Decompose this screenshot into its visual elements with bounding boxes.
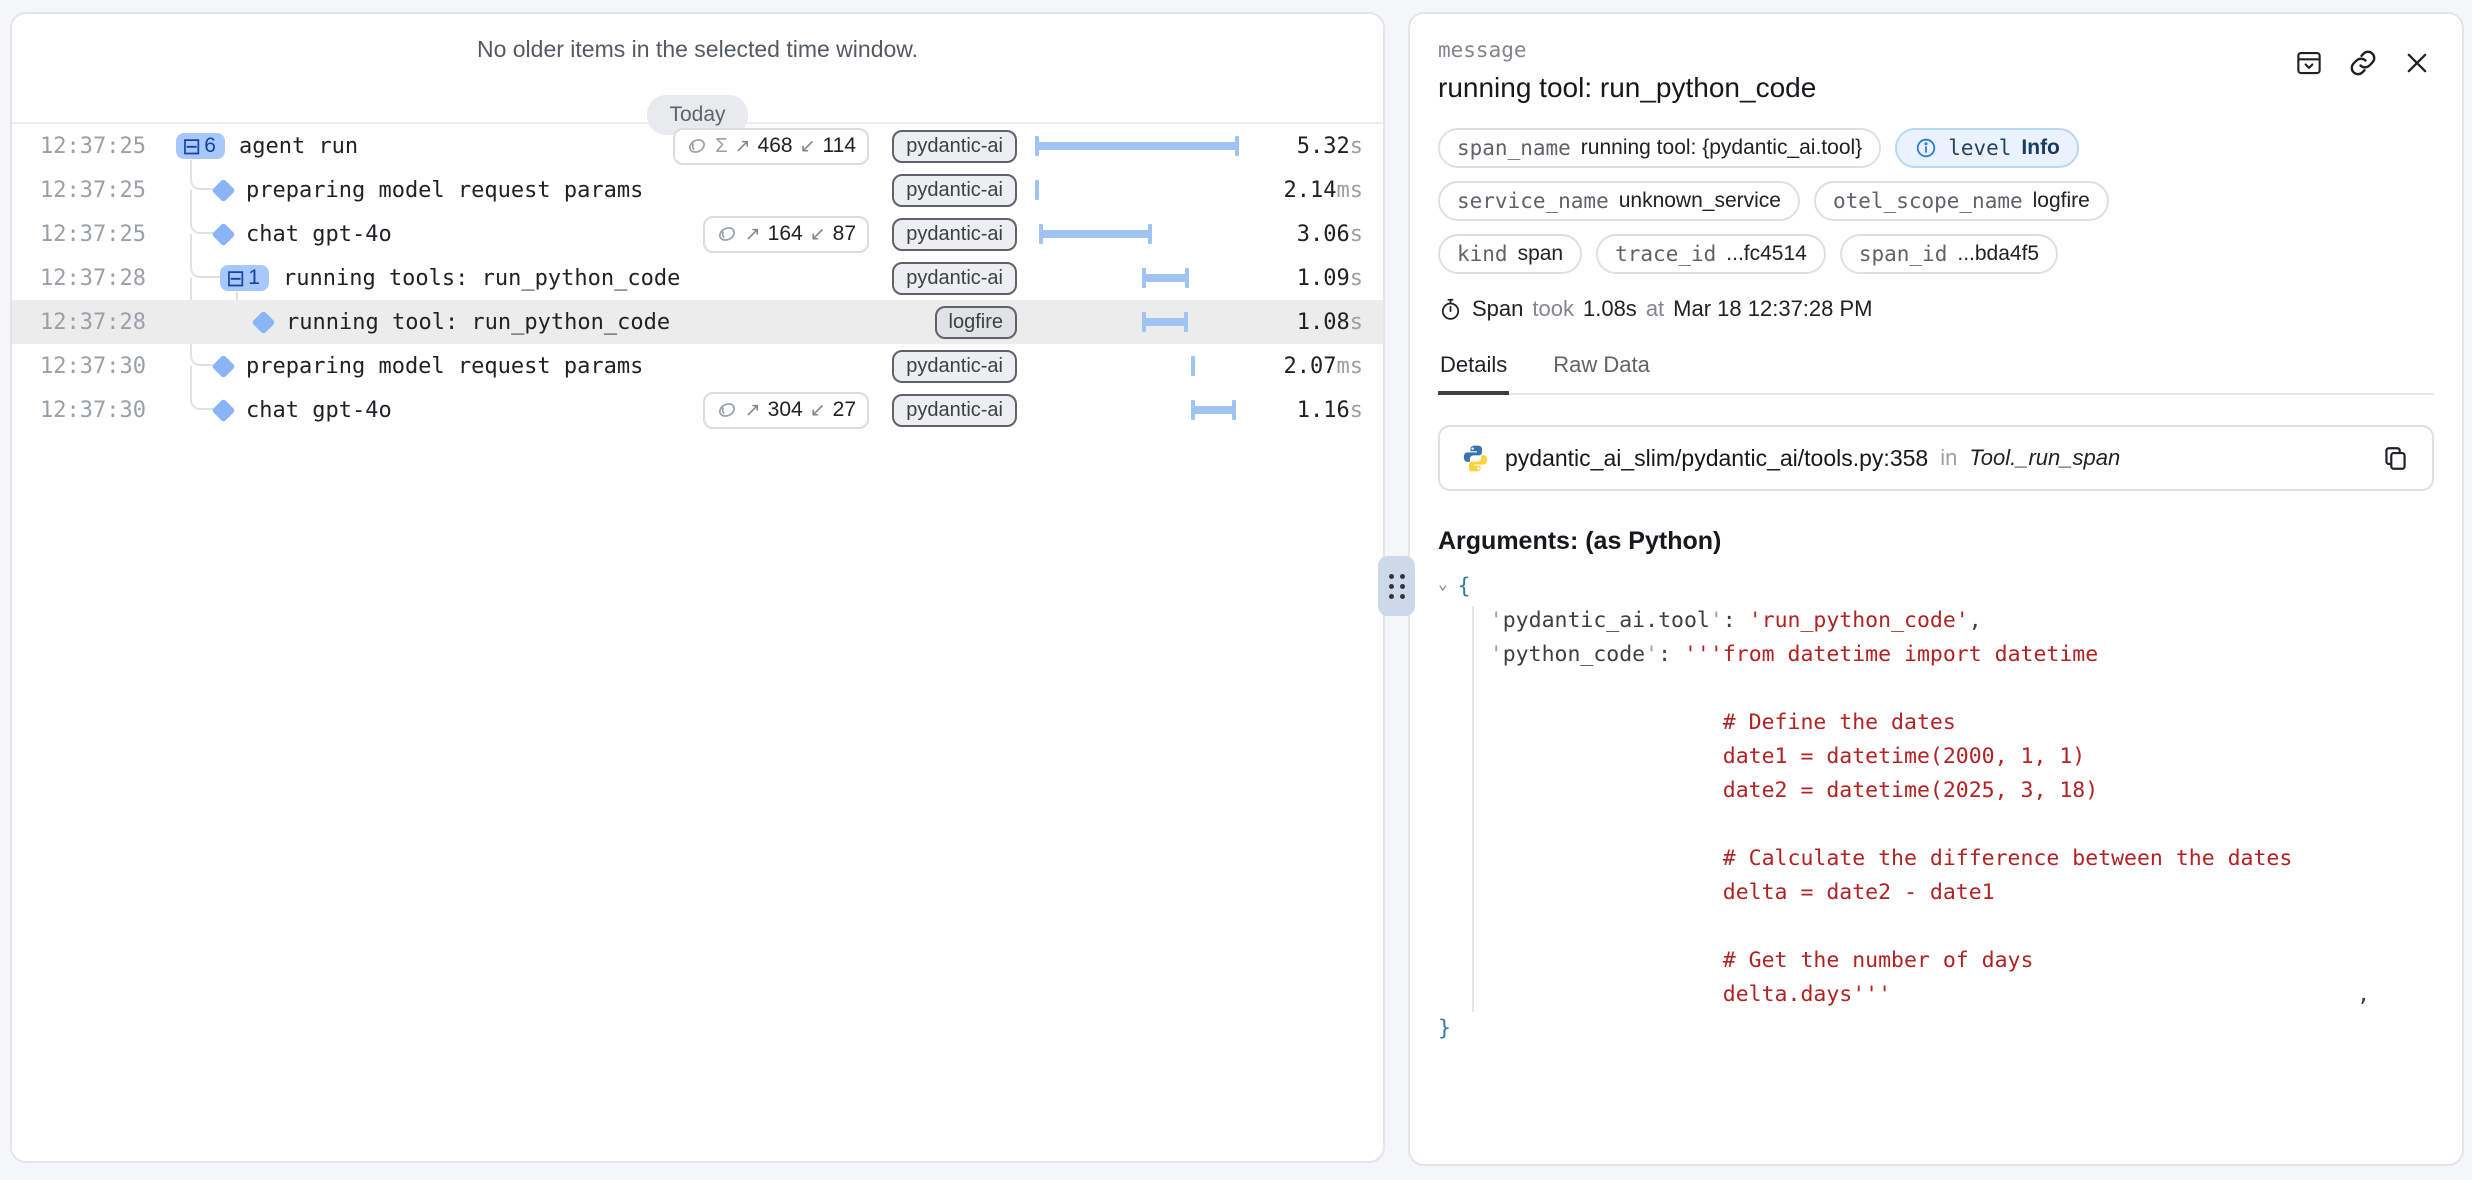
attribute-pill-trace-id[interactable]: trace_id...fc4514 bbox=[1596, 234, 1826, 274]
trace-list-header: No older items in the selected time wind… bbox=[12, 14, 1383, 124]
token-usage-badge: ↗304 ↙27 bbox=[703, 392, 869, 429]
output-tokens-arrow-icon: ↙ bbox=[810, 399, 826, 422]
trace-row-agent-run[interactable]: 12:37:25 ⊟6 agent run Σ ↗468 ↙114 pydant… bbox=[12, 124, 1383, 168]
span-name: preparing model request params bbox=[246, 178, 643, 203]
span-duration: 3.06s bbox=[1251, 222, 1363, 247]
source-scope: Tool._run_span bbox=[1969, 445, 2120, 471]
span-name: preparing model request params bbox=[246, 354, 643, 379]
log-diamond-icon bbox=[211, 222, 235, 246]
token-coin-icon bbox=[686, 136, 708, 156]
row-timestamp: 12:37:25 bbox=[40, 222, 170, 247]
trace-row-chat-gpt4o[interactable]: 12:37:25 chat gpt-4o ↗164 ↙87 pydantic-a… bbox=[12, 212, 1383, 256]
span-duration: 1.16s bbox=[1251, 398, 1363, 423]
scope-tag: pydantic-ai bbox=[892, 394, 1017, 427]
trace-row-running-tool-selected[interactable]: 12:37:28 running tool: run_python_code l… bbox=[12, 300, 1383, 344]
trace-row-running-tools[interactable]: 12:37:28 ⊟1 running tools: run_python_co… bbox=[12, 256, 1383, 300]
input-tokens-arrow-icon: ↗ bbox=[735, 135, 751, 158]
trace-row-preparing-params[interactable]: 12:37:25 preparing model request params … bbox=[12, 168, 1383, 212]
row-timestamp: 12:37:28 bbox=[40, 266, 170, 291]
scope-tag: pydantic-ai bbox=[892, 130, 1017, 163]
token-usage-badge: ↗164 ↙87 bbox=[703, 216, 869, 253]
span-duration: 1.08s bbox=[1251, 310, 1363, 335]
indent-guide bbox=[1472, 606, 1474, 1012]
span-duration-bar bbox=[1035, 268, 1243, 288]
record-kind-label: message bbox=[1438, 38, 1816, 62]
archive-icon[interactable] bbox=[2292, 46, 2326, 80]
copy-icon[interactable] bbox=[2378, 441, 2412, 475]
logfire-trace-view: No older items in the selected time wind… bbox=[0, 0, 2472, 1180]
row-timestamp: 12:37:30 bbox=[40, 398, 170, 423]
sum-icon: Σ bbox=[715, 135, 727, 158]
output-tokens-arrow-icon: ↙ bbox=[810, 223, 826, 246]
attribute-pill-kind[interactable]: kindspan bbox=[1438, 234, 1582, 274]
close-icon[interactable] bbox=[2400, 46, 2434, 80]
row-timestamp: 12:37:25 bbox=[40, 178, 170, 203]
link-icon[interactable] bbox=[2346, 46, 2380, 80]
token-coin-icon bbox=[716, 224, 738, 244]
span-name: running tool: run_python_code bbox=[286, 310, 670, 335]
collapse-count-badge[interactable]: ⊟1 bbox=[220, 265, 269, 291]
input-tokens-arrow-icon: ↗ bbox=[745, 223, 761, 246]
token-usage-badge: Σ ↗468 ↙114 bbox=[673, 128, 869, 165]
attribute-pill-otel-scope[interactable]: otel_scope_namelogfire bbox=[1814, 181, 2109, 221]
token-coin-icon bbox=[716, 400, 738, 420]
span-name: running tools: run_python_code bbox=[283, 266, 680, 291]
trace-row-chat-gpt4o-2[interactable]: 12:37:30 chat gpt-4o ↗304 ↙27 pydantic-a… bbox=[12, 388, 1383, 432]
panel-resize-handle[interactable] bbox=[1378, 556, 1415, 616]
log-diamond-icon bbox=[251, 310, 275, 334]
scope-tag: pydantic-ai bbox=[892, 262, 1017, 295]
span-attributes: span_namerunning tool: {pydantic_ai.tool… bbox=[1438, 128, 2434, 274]
info-icon bbox=[1914, 136, 1938, 160]
span-name: chat gpt-4o bbox=[246, 222, 392, 247]
span-duration: 2.14ms bbox=[1251, 178, 1363, 203]
span-name: agent run bbox=[239, 134, 358, 159]
collapse-minus-icon: ⊟ bbox=[226, 267, 245, 290]
scope-tag: logfire bbox=[935, 306, 1017, 339]
python-logo-icon bbox=[1460, 443, 1491, 474]
scope-tag: pydantic-ai bbox=[892, 350, 1017, 383]
trace-rows: 12:37:25 ⊟6 agent run Σ ↗468 ↙114 pydant… bbox=[12, 124, 1383, 432]
span-detail-title: running tool: run_python_code bbox=[1438, 72, 1816, 104]
row-timestamp: 12:37:30 bbox=[40, 354, 170, 379]
source-file-path: pydantic_ai_slim/pydantic_ai/tools.py:35… bbox=[1505, 445, 1928, 472]
trace-list-panel: No older items in the selected time wind… bbox=[10, 12, 1385, 1163]
span-name: chat gpt-4o bbox=[246, 398, 392, 423]
span-detail-panel: message running tool: run_python_code bbox=[1408, 12, 2464, 1166]
empty-window-message: No older items in the selected time wind… bbox=[12, 36, 1383, 63]
row-timestamp: 12:37:28 bbox=[40, 310, 170, 335]
span-took-line: Span took 1.08s at Mar 18 12:37:28 PM bbox=[1438, 296, 2434, 322]
collapse-count-badge[interactable]: ⊟6 bbox=[176, 133, 225, 159]
source-in-label: in bbox=[1940, 445, 1957, 471]
arguments-code-block: ⌄{ 'pydantic_ai.tool': 'run_python_code'… bbox=[1438, 570, 2434, 1046]
span-duration: 1.09s bbox=[1251, 266, 1363, 291]
row-timestamp: 12:37:25 bbox=[40, 134, 170, 159]
arguments-heading: Arguments: (as Python) bbox=[1438, 527, 2434, 556]
log-diamond-icon bbox=[211, 354, 235, 378]
span-duration-bar bbox=[1035, 180, 1243, 200]
log-diamond-icon bbox=[211, 398, 235, 422]
span-duration-bar bbox=[1035, 136, 1243, 156]
log-diamond-icon bbox=[211, 178, 235, 202]
tab-raw-data[interactable]: Raw Data bbox=[1551, 352, 1652, 393]
scope-tag: pydantic-ai bbox=[892, 218, 1017, 251]
attribute-pill-service-name[interactable]: service_nameunknown_service bbox=[1438, 181, 1800, 221]
output-tokens-arrow-icon: ↙ bbox=[800, 135, 816, 158]
detail-tabs: Details Raw Data bbox=[1438, 352, 2434, 395]
collapse-minus-icon: ⊟ bbox=[182, 135, 201, 158]
trace-row-preparing-params-2[interactable]: 12:37:30 preparing model request params … bbox=[12, 344, 1383, 388]
stopwatch-icon bbox=[1438, 297, 1463, 322]
span-duration-bar bbox=[1035, 356, 1243, 376]
span-duration: 5.32s bbox=[1251, 134, 1363, 159]
attribute-pill-span-id[interactable]: span_id...bda4f5 bbox=[1840, 234, 2058, 274]
span-duration-bar bbox=[1035, 312, 1243, 332]
source-location-link[interactable]: pydantic_ai_slim/pydantic_ai/tools.py:35… bbox=[1438, 425, 2434, 491]
span-duration-bar bbox=[1035, 400, 1243, 420]
tab-details[interactable]: Details bbox=[1438, 352, 1509, 395]
span-duration-bar bbox=[1035, 224, 1243, 244]
span-duration: 2.07ms bbox=[1251, 354, 1363, 379]
attribute-pill-span-name[interactable]: span_namerunning tool: {pydantic_ai.tool… bbox=[1438, 128, 1881, 168]
input-tokens-arrow-icon: ↗ bbox=[745, 399, 761, 422]
level-badge[interactable]: levelInfo bbox=[1895, 128, 2079, 168]
scope-tag: pydantic-ai bbox=[892, 174, 1017, 207]
